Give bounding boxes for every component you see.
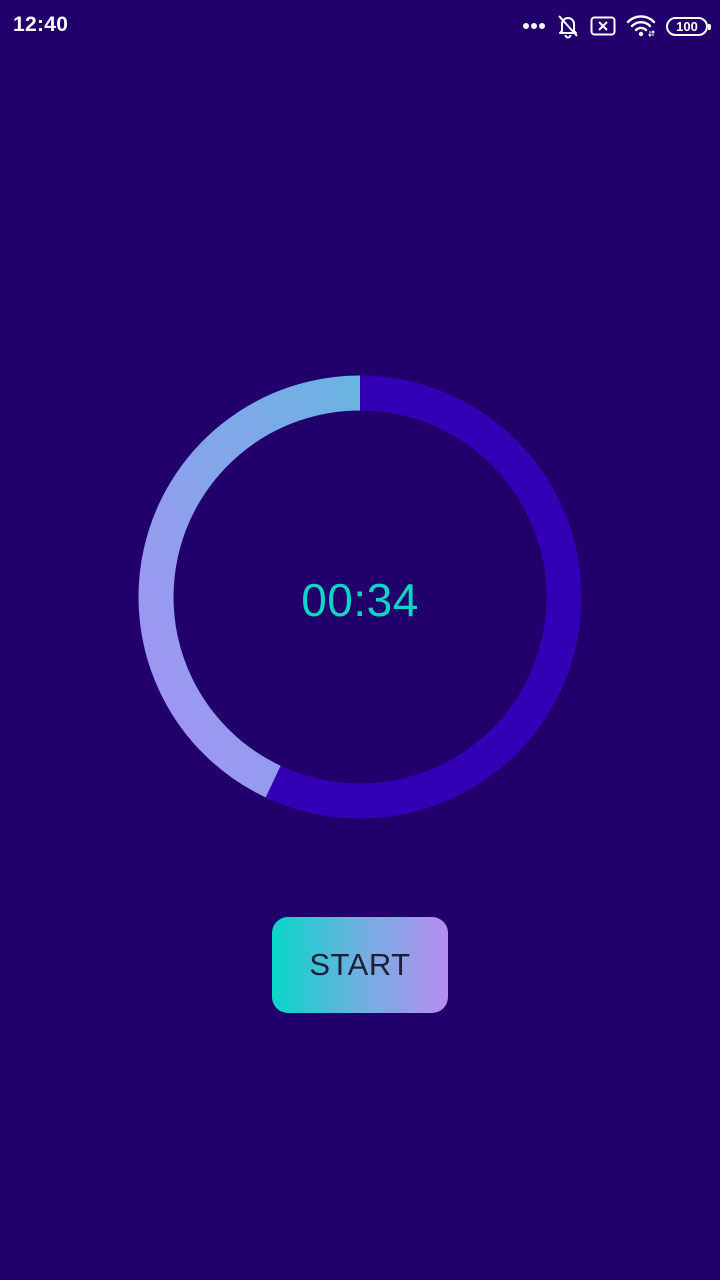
timer-display: 00:34 xyxy=(301,574,419,626)
timer-ring xyxy=(138,375,582,819)
start-button[interactable]: START xyxy=(272,917,448,1013)
